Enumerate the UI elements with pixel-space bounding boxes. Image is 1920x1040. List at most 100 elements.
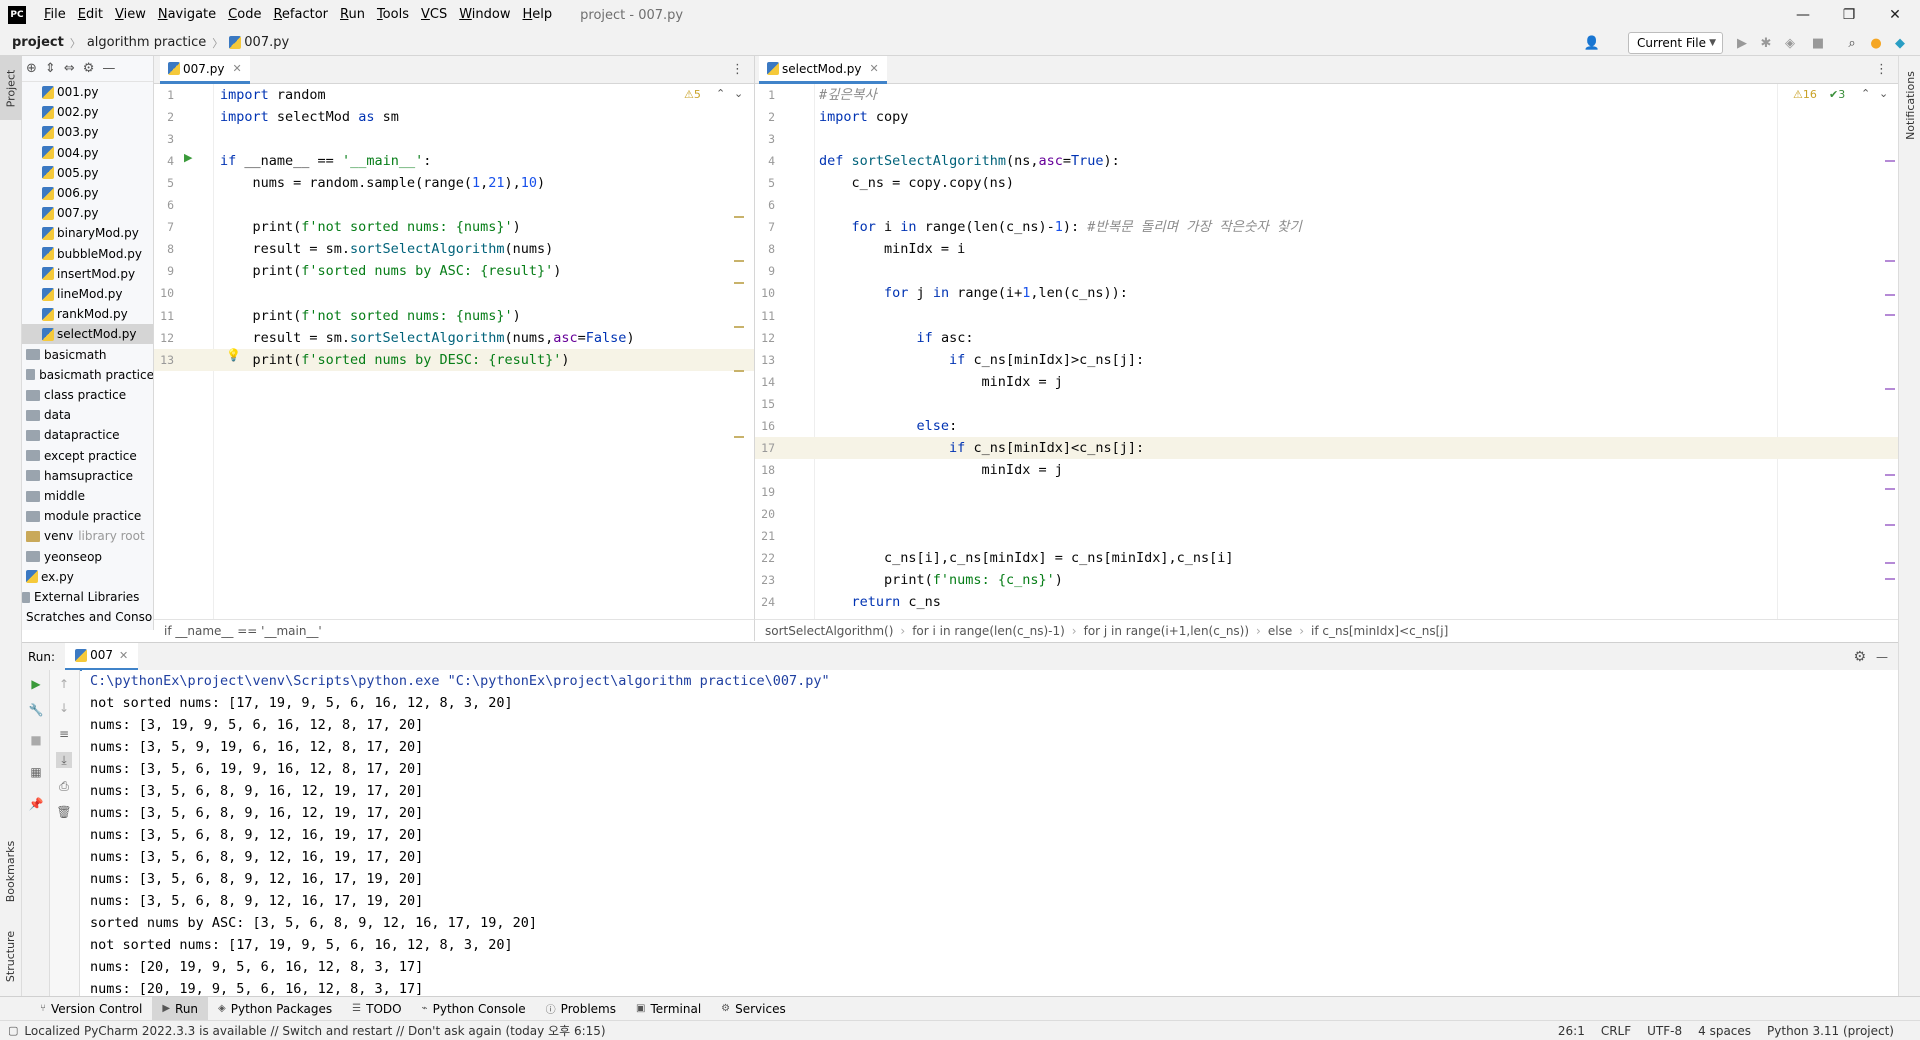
structure-tool-tab[interactable]: Structure [0,916,22,996]
code-line[interactable]: else: [819,415,958,437]
debug-icon[interactable]: ✱ [1756,33,1776,53]
tool-window-run[interactable]: ▶ Run [152,996,209,1021]
layout-icon[interactable]: ▦ [28,764,44,780]
menu-view[interactable]: View [109,0,152,30]
tool-window-services[interactable]: ⚙ Services [711,997,796,1021]
tree-item[interactable]: lineMod.py [22,284,153,304]
tree-item[interactable]: 003.py [22,122,153,142]
tree-item[interactable]: hamsupractice [22,466,153,486]
tree-item[interactable]: venv library root [22,526,153,546]
notifications-tool-tab[interactable]: Notifications [1899,60,1920,150]
tree-item[interactable]: 004.py [22,143,153,163]
tree-item[interactable]: binaryMod.py [22,223,153,243]
code-line[interactable]: if __name__ == '__main__': [220,150,431,172]
right-code-editor[interactable]: ⚠16 ✔3 ⌃ ⌄ 1 #깊은복사 2 import copy 3 4 def sortS… [754,84,1898,619]
tree-item[interactable]: 002.py [22,102,153,122]
tree-item[interactable]: insertMod.py [22,264,153,284]
menu-run[interactable]: Run [334,0,371,30]
code-line[interactable]: print(f'not sorted nums: {nums}') [220,216,521,238]
tree-item[interactable]: rankMod.py [22,304,153,324]
arrow-up-icon[interactable]: ↑ [56,676,72,692]
wrench-icon[interactable]: 🔧 [28,702,44,718]
close-window-button[interactable]: ✕ [1872,0,1918,30]
breadcrumb-item[interactable]: for i in range(len(c_ns)-1) [912,624,1065,638]
breadcrumb-item[interactable]: else [1268,624,1292,638]
expand-all-icon[interactable]: ⇕ [45,61,56,76]
code-line[interactable]: if c_ns[minIdx]<c_ns[j]: [819,437,1144,459]
tree-item[interactable]: selectMod.py [22,324,153,345]
code-line[interactable]: result = sm.sortSelectAlgorithm(nums,asc… [220,327,635,349]
breadcrumb-item[interactable]: sortSelectAlgorithm() [765,624,893,638]
tree-item[interactable]: 006.py [22,183,153,203]
run-configuration-select[interactable]: Current File ▼ [1628,32,1723,54]
tree-item[interactable]: Scratches and Consoles [22,607,153,627]
run-gutter-icon[interactable]: ▶ [184,151,192,164]
code-line[interactable]: print(f'not sorted nums: {nums}') [220,305,521,327]
bookmarks-tool-tab[interactable]: Bookmarks [0,826,22,916]
tool-window-python-console[interactable]: ⌁ Python Console [412,997,536,1021]
menu-edit[interactable]: Edit [72,0,109,30]
minimize-button[interactable]: — [1780,0,1826,30]
menu-window[interactable]: Window [453,0,516,30]
chevron-up-icon[interactable]: ⌃ [716,87,725,100]
editor-tab-selectmod[interactable]: selectMod.py ✕ [759,56,887,84]
code-line[interactable]: minIdx = i [819,238,965,260]
close-icon[interactable]: ✕ [119,649,128,662]
code-line[interactable]: #깊은복사 [819,84,877,106]
breadcrumb-folder[interactable]: algorithm practice [87,35,206,50]
code-line[interactable]: print(f'sorted nums by ASC: {result}') [220,260,562,282]
editor-tab-007[interactable]: 007.py ✕ [160,56,250,84]
menu-help[interactable]: Help [517,0,559,30]
tree-item[interactable]: External Libraries [22,587,153,607]
tree-item[interactable]: datapractice [22,425,153,445]
tree-item[interactable]: except practice [22,446,153,466]
inspection-warning-badge[interactable]: ⚠16 [1793,88,1817,101]
chevron-down-icon[interactable]: ⌄ [1879,87,1888,100]
menu-file[interactable]: File [38,0,72,30]
tree-item[interactable]: bubbleMod.py [22,244,153,264]
tree-item[interactable]: class practice [22,385,153,405]
breadcrumb-item[interactable]: if __name__ == '__main__' [164,624,322,638]
inspection-warning-badge[interactable]: ⚠5 [684,88,701,101]
more-options-icon[interactable]: ⋮ [1875,62,1888,77]
more-options-icon[interactable]: ⋮ [731,62,744,77]
coverage-icon[interactable]: ◈ [1780,33,1800,53]
project-tool-tab[interactable]: Project [0,56,22,120]
tree-item[interactable]: data [22,405,153,425]
code-line[interactable]: nums = random.sample(range(1,21),10) [220,172,546,194]
tree-item[interactable]: basicmath [22,345,153,365]
breadcrumb-item[interactable]: for j in range(i+1,len(c_ns)) [1084,624,1249,638]
tree-item[interactable]: 005.py [22,163,153,183]
gear-icon[interactable]: ⚙ [83,61,95,76]
search-icon[interactable]: ⌕ [1842,33,1862,53]
user-account-icon[interactable]: 👤 [1582,33,1602,53]
file-encoding[interactable]: UTF-8 [1647,1024,1682,1038]
print-icon[interactable]: ⎙ [56,778,72,794]
code-line[interactable]: print(f'sorted nums by DESC: {result}') [220,349,570,371]
code-line[interactable]: result = sm.sortSelectAlgorithm(nums) [220,238,554,260]
code-line[interactable]: minIdx = j [819,459,1063,481]
tree-item[interactable]: ex.py [22,567,153,587]
code-line[interactable]: import random [220,84,326,106]
soft-wrap-icon[interactable]: ≡ [56,726,72,742]
inspection-ok-badge[interactable]: ✔3 [1829,88,1845,101]
breadcrumb-file[interactable]: 007.py [244,35,289,50]
stop-icon[interactable]: ■ [1808,33,1828,53]
caret-position[interactable]: 26:1 [1558,1024,1585,1038]
python-interpreter[interactable]: Python 3.11 (project) [1767,1024,1894,1038]
pin-icon[interactable]: 📌 [28,796,44,812]
arrow-down-icon[interactable]: ↓ [56,700,72,716]
code-line[interactable]: return c_ns [819,591,941,613]
trash-icon[interactable]: 🗑 [56,804,72,820]
code-line[interactable]: c_ns[i],c_ns[minIdx] = c_ns[minIdx],c_ns… [819,547,1234,569]
left-code-editor[interactable]: ⚠5 ⌃ ⌄ 1 import random 2 import selectMod a… [154,84,754,619]
locate-icon[interactable]: ⊕ [26,61,37,76]
hide-icon[interactable]: — [1876,650,1888,664]
close-icon[interactable]: ✕ [870,62,879,75]
run-console-output[interactable]: C:\pythonEx\project\venv\Scripts\python.… [82,670,1882,996]
tree-item[interactable]: yeonseop [22,547,153,567]
chevron-up-icon[interactable]: ⌃ [1861,87,1870,100]
code-line[interactable]: minIdx = j [819,371,1063,393]
notification-icon[interactable]: ▢ [8,1024,18,1037]
ide-logo-icon[interactable]: ◆ [1890,33,1910,53]
